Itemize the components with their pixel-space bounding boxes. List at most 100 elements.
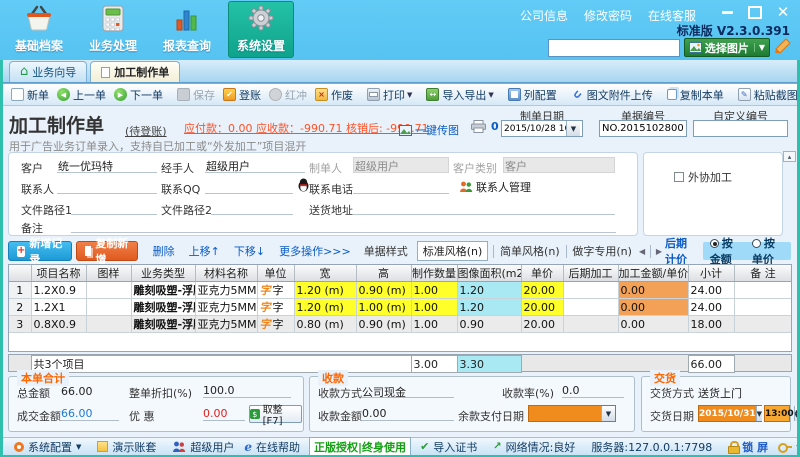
cell-unit[interactable]: 字 (257, 298, 295, 316)
due-date-dropdown[interactable]: ▼ (528, 405, 616, 422)
chevron-down-icon[interactable]: ▼ (566, 121, 580, 136)
cell-qty[interactable]: 1.00 (411, 298, 458, 316)
custom-no-input[interactable] (696, 121, 785, 136)
import-export-button[interactable]: 导入导出▼ (422, 85, 497, 105)
pay-rate-value[interactable]: 0.0 (562, 384, 624, 398)
cell-material[interactable]: 亚克力5MM (195, 281, 258, 299)
delivery-date-dropdown[interactable]: 2015/10/31 ▼ (698, 405, 763, 422)
cell-qty[interactable]: 1.00 (411, 315, 458, 333)
delete-row-link[interactable]: 删除 (153, 243, 175, 259)
printer-icon[interactable] (471, 120, 486, 133)
cell-height[interactable]: 0.90 (m) (356, 315, 412, 333)
copy-add-button[interactable]: 复制新增 (75, 237, 138, 266)
collapse-header-button[interactable] (783, 151, 796, 162)
cell-pattern[interactable] (86, 315, 132, 333)
contact-manager-link[interactable]: 联系人管理 (459, 179, 531, 195)
add-record-button[interactable]: 新增记录 (8, 237, 72, 266)
make-date-field[interactable]: ▼ (501, 120, 583, 137)
cell-area[interactable]: 1.20 (457, 281, 522, 299)
cell-width[interactable]: 0.80 (m) (294, 315, 357, 333)
new-doc-button[interactable]: 新单 (7, 85, 53, 105)
cell-process-amount[interactable]: 0.00 (618, 315, 689, 333)
cell-subtotal[interactable]: 24.00 (688, 298, 735, 316)
custom-no-field[interactable] (693, 120, 788, 137)
cell-name[interactable]: 1.2X1 (31, 298, 87, 316)
chevron-down-icon[interactable]: ▼ (601, 406, 615, 421)
by-amount-option[interactable]: 按金额 (709, 235, 742, 267)
table-row[interactable]: 1 1.2X0.9 雕刻吸塑-浮雕 亚克力5MM 字 1.20 (m) 0.90… (9, 281, 791, 299)
cell-pattern[interactable] (86, 281, 132, 299)
cell-unit[interactable]: 字 (257, 315, 295, 333)
cell-height[interactable]: 0.90 (m) (356, 281, 412, 299)
make-date-input[interactable] (504, 121, 566, 136)
style-word-tab[interactable]: 做字专用(n) (572, 243, 632, 259)
tab-business-wizard[interactable]: ⌂ 业务向导 (9, 61, 88, 82)
cell-type[interactable]: 雕刻吸塑-浮雕 (131, 315, 196, 333)
contact-value[interactable] (57, 179, 157, 194)
cell-subtotal[interactable]: 24.00 (688, 281, 735, 299)
radio-selected-icon[interactable] (709, 239, 719, 248)
switch-user-item[interactable]: 切换用户 (773, 439, 800, 455)
void-button[interactable]: 作废 (311, 85, 357, 105)
doc-no-field[interactable] (599, 120, 687, 137)
import-certificate-item[interactable]: ✔ 导入证书 (415, 439, 482, 455)
cell-unit[interactable]: 字 (257, 281, 295, 299)
paste-screenshot-button[interactable]: 粘贴截图 (734, 85, 800, 105)
lock-screen-item[interactable]: 锁 屏 (723, 439, 773, 455)
cell-process-amount[interactable]: 0.00 (618, 298, 689, 316)
balance-summary[interactable]: 应付款：0.00 应收款：-990.71 核销后: -990.71 (184, 120, 429, 136)
chevron-down-icon[interactable]: ▼ (755, 406, 763, 421)
table-row[interactable]: 2 1.2X1 雕刻吸塑-浮雕 亚克力5MM 字 1.20 (m) 1.00 (… (9, 298, 791, 316)
move-down-link[interactable]: 下移↓ (234, 243, 265, 259)
doc-no-input[interactable] (602, 121, 684, 136)
page-left-icon[interactable]: ◀ (639, 247, 645, 256)
phone-value[interactable] (353, 179, 449, 194)
customer-value[interactable]: 统一优玛特 (57, 158, 157, 173)
nav-reports[interactable]: 报表查询 (154, 1, 220, 58)
delivery-method-value[interactable]: 送货上门 (698, 385, 742, 401)
print-button[interactable]: 打印 ▼ (363, 85, 416, 105)
pay-method-value[interactable]: 公司现金 (362, 384, 454, 399)
outsource-checkbox[interactable] (674, 172, 684, 182)
nav-basic-files[interactable]: 基础档案 (6, 1, 72, 58)
radio-icon[interactable] (751, 239, 761, 248)
cell-post-process[interactable] (563, 298, 619, 316)
horn-icon[interactable] (774, 38, 792, 57)
cell-type[interactable]: 雕刻吸塑-浮雕 (131, 298, 196, 316)
table-row[interactable]: 3 0.8X0.9 雕刻吸塑-浮雕 亚克力5MM 字 0.80 (m) 0.90… (9, 315, 791, 333)
cell-pattern[interactable] (86, 298, 132, 316)
chevron-down-icon[interactable]: ▼ (753, 43, 765, 52)
discount-value[interactable]: 100.0 (203, 384, 291, 398)
system-config-menu[interactable]: 系统配置 ▼ (9, 439, 86, 455)
cell-post-process[interactable] (563, 281, 619, 299)
attachment-upload-button[interactable]: 图文附件上传 (567, 85, 657, 105)
post-account-button[interactable]: 登账 (219, 85, 265, 105)
close-button[interactable]: ✕ (774, 3, 792, 21)
cell-area[interactable]: 1.20 (457, 298, 522, 316)
current-user-item[interactable]: 超级用户 (167, 439, 239, 455)
cell-post-process[interactable] (563, 315, 619, 333)
off-value[interactable]: 0.00 (203, 407, 245, 421)
page-right-icon[interactable]: ▶ (656, 247, 662, 256)
cell-price[interactable]: 20.00 (521, 315, 564, 333)
cell-subtotal[interactable]: 18.00 (688, 315, 735, 333)
cell-price[interactable]: 20.00 (521, 298, 564, 316)
nav-business[interactable]: 业务处理 (80, 1, 146, 58)
cell-price[interactable]: 20.00 (521, 281, 564, 299)
deal-value[interactable]: 66.00 (61, 407, 119, 421)
minimize-button[interactable] (718, 5, 736, 19)
column-config-button[interactable]: 列配置 (504, 85, 561, 105)
nav-system-settings[interactable]: 系统设置 (228, 1, 294, 58)
next-doc-button[interactable]: 下一单 (110, 85, 167, 105)
cell-name[interactable]: 0.8X0.9 (31, 315, 87, 333)
cell-name[interactable]: 1.2X0.9 (31, 281, 87, 299)
copy-doc-button[interactable]: 复制本单 (663, 85, 728, 105)
cell-material[interactable]: 亚克力5MM (195, 315, 258, 333)
delivery-time-spinner[interactable]: 13:00 ▲ ▼ (764, 405, 797, 422)
demo-account-item[interactable]: 演示账套 (92, 439, 161, 455)
round-button[interactable]: 取整[F7] (249, 405, 302, 427)
cell-process-amount[interactable]: 0.00 (618, 281, 689, 299)
cell-width[interactable]: 1.20 (m) (294, 298, 357, 316)
prev-doc-button[interactable]: 上一单 (53, 85, 110, 105)
select-image-button[interactable]: 选择图片 ▼ (683, 38, 770, 57)
